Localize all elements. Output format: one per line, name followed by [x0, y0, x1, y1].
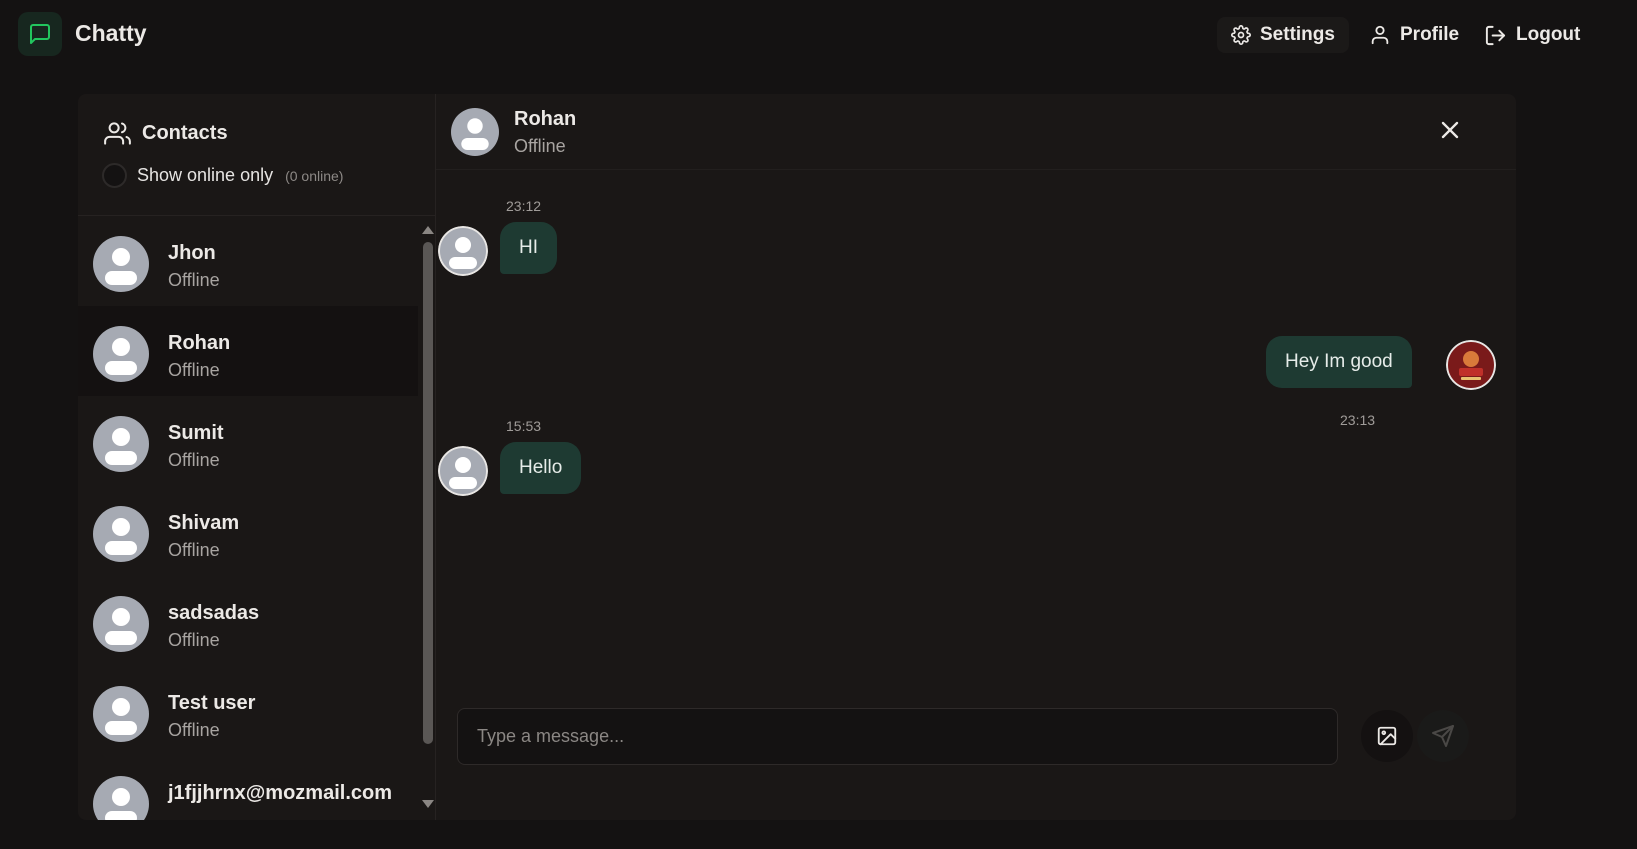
contact-list-scrollbar[interactable]: [419, 216, 436, 820]
users-icon: [104, 122, 131, 145]
avatar: [93, 416, 149, 472]
avatar: [451, 108, 499, 156]
contact-list: Jhon Offline Rohan Offline Sumit Offline…: [78, 216, 418, 820]
avatar: [93, 236, 149, 292]
log-out-icon: [1485, 25, 1506, 45]
contact-name: j1fjjhrnx@mozmail.com: [168, 782, 392, 804]
user-avatar-image: [1446, 340, 1496, 390]
contact-item-rohan[interactable]: Rohan Offline: [78, 306, 418, 396]
top-navbar: Chatty Settings Profile Logout: [0, 0, 1637, 70]
close-chat-button[interactable]: [1436, 116, 1464, 144]
contact-status: Offline: [168, 270, 220, 290]
logout-label: Logout: [1516, 24, 1581, 45]
profile-button[interactable]: Profile: [1355, 17, 1473, 53]
logout-button[interactable]: Logout: [1470, 17, 1594, 53]
chat-contact-status: Offline: [514, 136, 566, 156]
message-bubble: HI: [500, 222, 557, 274]
sidebar-header: Contacts Show online only (0 online): [78, 94, 436, 216]
online-only-toggle[interactable]: Show online only (0 online): [102, 163, 343, 188]
avatar: [93, 776, 149, 820]
message-bubble: Hey Im good: [1266, 336, 1412, 388]
message-time: 15:53: [506, 418, 542, 434]
contact-name: Rohan: [168, 332, 231, 354]
send-button[interactable]: [1417, 710, 1469, 762]
app-title[interactable]: Chatty: [75, 20, 147, 47]
contact-status: Offline: [168, 360, 220, 380]
image-icon: [1377, 726, 1397, 746]
contact-name: Jhon: [168, 242, 216, 264]
avatar: [93, 596, 149, 652]
chat-panel: Contacts Show online only (0 online) Jho…: [78, 94, 1516, 820]
scroll-down-arrow-icon[interactable]: [422, 800, 434, 808]
contact-item-test-user[interactable]: Test user Offline: [78, 666, 418, 756]
contact-name: Shivam: [168, 512, 240, 534]
message-bubble: Hello: [500, 442, 582, 494]
profile-label: Profile: [1400, 24, 1460, 45]
attach-image-button[interactable]: [1361, 710, 1413, 762]
contacts-heading: Contacts: [104, 120, 228, 147]
scroll-thumb[interactable]: [423, 242, 433, 744]
app-logo[interactable]: [18, 12, 62, 56]
contact-status: Offline: [168, 450, 220, 470]
send-icon: [1432, 725, 1454, 747]
contact-status: Offline: [168, 720, 220, 740]
user-icon: [1371, 25, 1389, 45]
avatar: [93, 326, 149, 382]
contacts-sidebar: Contacts Show online only (0 online) Jho…: [78, 94, 436, 820]
settings-label: Settings: [1260, 24, 1335, 45]
contacts-title: Contacts: [142, 122, 228, 144]
message-time: 23:12: [506, 198, 542, 214]
chat-contact-name: Rohan: [514, 108, 577, 130]
contact-status: Offline: [168, 630, 220, 650]
message-composer: [436, 700, 1516, 780]
online-only-label: Show online only: [137, 165, 274, 185]
close-icon: [1441, 121, 1459, 139]
avatar: [93, 506, 149, 562]
contact-status: Offline: [168, 540, 220, 560]
scroll-up-arrow-icon[interactable]: [422, 226, 434, 234]
contact-item-shivam[interactable]: Shivam Offline: [78, 486, 418, 576]
online-only-checkbox[interactable]: [102, 163, 127, 188]
online-count: (0 online): [285, 167, 344, 184]
contact-item-email[interactable]: j1fjjhrnx@mozmail.com: [78, 756, 418, 820]
chat-container: Rohan Offline 23:12 HI 23:13 Hey Im good…: [436, 94, 1516, 820]
contact-item-sumit[interactable]: Sumit Offline: [78, 396, 418, 486]
chat-header: Rohan Offline: [436, 94, 1516, 170]
settings-button[interactable]: Settings: [1217, 17, 1349, 53]
message-avatar: [438, 446, 488, 496]
message-input[interactable]: [457, 708, 1338, 765]
contact-item-sadsadas[interactable]: sadsadas Offline: [78, 576, 418, 666]
gear-icon: [1231, 25, 1251, 45]
message-avatar: [438, 226, 488, 276]
contact-item-jhon[interactable]: Jhon Offline: [78, 216, 418, 306]
contact-name: Sumit: [168, 422, 224, 444]
contact-name: Test user: [168, 692, 256, 714]
avatar: [93, 686, 149, 742]
message-time: 23:13: [1340, 412, 1376, 428]
message-square-icon: [30, 24, 50, 44]
contact-name: sadsadas: [168, 602, 260, 624]
